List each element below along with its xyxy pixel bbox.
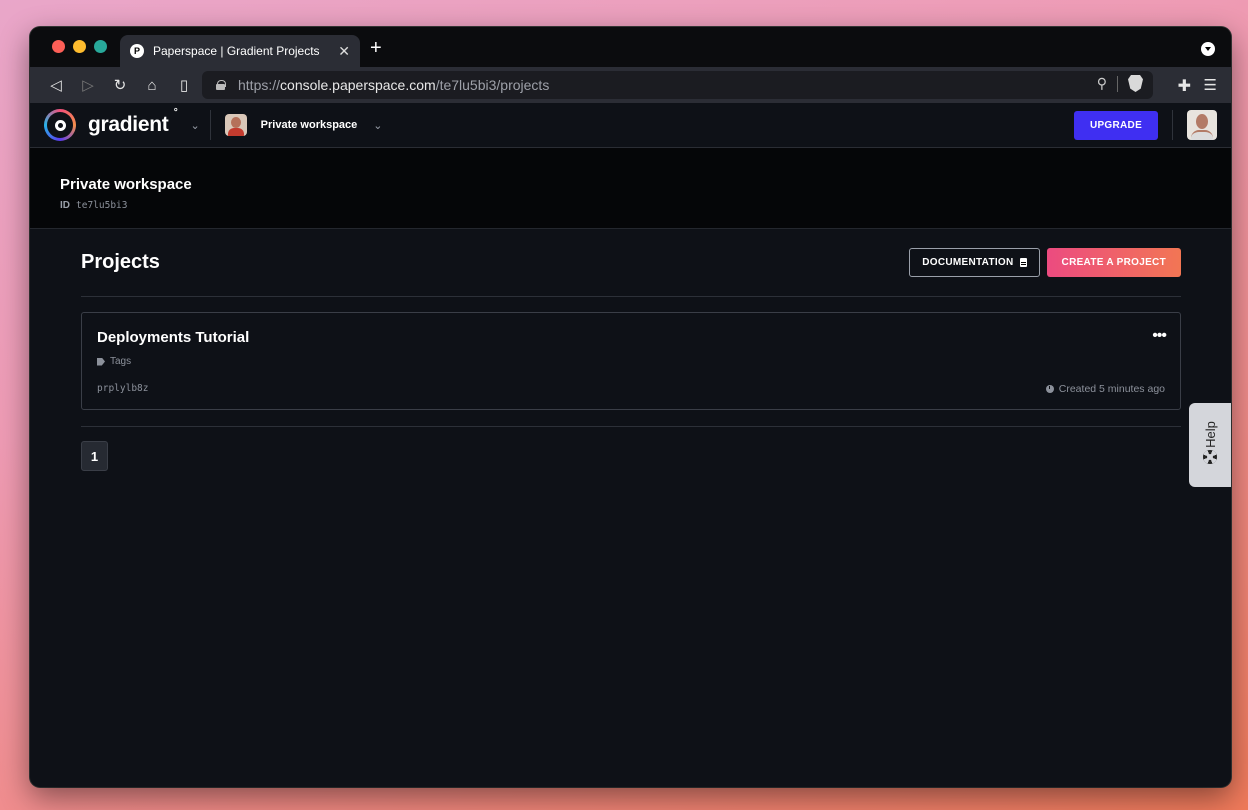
tags-label: Tags [110, 356, 132, 367]
page-title: Projects [81, 251, 160, 273]
tab-search-icon[interactable] [1201, 42, 1215, 56]
workspace-id-label: ID [60, 200, 70, 211]
divider [209, 110, 211, 140]
paperspace-favicon-icon: P [130, 44, 144, 58]
documentation-label: DOCUMENTATION [922, 257, 1014, 268]
divider [1172, 110, 1173, 140]
close-tab-icon[interactable]: ✕ [338, 43, 350, 60]
url-text: https://console.paperspace.com/te7lu5bi3… [238, 77, 549, 93]
tab-title: Paperspace | Gradient Projects [153, 44, 320, 58]
lock-icon [216, 80, 226, 90]
url-path: /te7lu5bi3/projects [435, 77, 550, 93]
workspace-avatar[interactable] [224, 114, 247, 136]
main-content: Projects DOCUMENTATION CREATE A PROJECT … [30, 229, 1231, 471]
pagination-page-button[interactable]: 1 [81, 441, 108, 471]
more-options-icon[interactable]: ••• [1152, 327, 1167, 345]
workspace-banner: Private workspace ID te7lu5bi3 [30, 148, 1231, 229]
address-bar-actions: ⚲ [1097, 75, 1143, 92]
new-tab-icon[interactable]: + [370, 38, 382, 58]
help-tab[interactable]: Help [1189, 403, 1231, 487]
clock-icon [1045, 385, 1054, 393]
window-controls [52, 40, 107, 53]
workspace-title: Private workspace [60, 176, 192, 193]
gradient-logo-icon[interactable] [44, 109, 76, 141]
workspace-id: ID te7lu5bi3 [60, 200, 1231, 211]
gradient-logo-text[interactable]: gradient ° [88, 107, 178, 137]
close-window-button[interactable] [52, 40, 65, 53]
lifebuoy-icon [1203, 449, 1217, 464]
tab-bar: P Paperspace | Gradient Projects ✕ + [30, 27, 1231, 67]
divider [81, 426, 1181, 427]
bookmark-icon[interactable]: ▯ [168, 71, 200, 99]
project-name[interactable]: Deployments Tutorial [97, 329, 1165, 346]
project-card[interactable]: Deployments Tutorial ••• Tags prplylb8z … [81, 312, 1181, 410]
menu-icon[interactable]: ☰ [1204, 76, 1217, 94]
document-icon [1019, 258, 1027, 267]
help-label: Help [1202, 420, 1218, 448]
home-icon[interactable]: ⌂ [136, 71, 168, 99]
logo-wordmark: gradient [88, 113, 169, 136]
user-avatar[interactable] [1187, 110, 1217, 140]
documentation-button[interactable]: DOCUMENTATION [909, 248, 1040, 277]
url-host: console.paperspace.com [280, 77, 436, 93]
brave-shield-icon[interactable] [1128, 75, 1143, 92]
create-project-button[interactable]: CREATE A PROJECT [1046, 248, 1181, 277]
maximize-window-button[interactable] [94, 40, 107, 53]
divider [1117, 75, 1118, 92]
product-switcher-chevron-down-icon[interactable]: ⌄ [190, 119, 199, 132]
navigation-bar: ◁ ▷ ↻ ⌂ ▯ https://console.paperspace.com… [30, 67, 1231, 103]
workspace-switcher-label[interactable]: Private workspace [261, 119, 358, 131]
upgrade-button[interactable]: UPGRADE [1074, 111, 1158, 140]
back-icon[interactable]: ◁ [40, 71, 72, 99]
project-id: prplylb8z [97, 383, 149, 394]
browser-window: P Paperspace | Gradient Projects ✕ + ◁ ▷… [30, 27, 1231, 787]
reload-icon[interactable]: ↻ [104, 71, 136, 99]
workspace-id-value: te7lu5bi3 [76, 200, 128, 211]
created-text: Created 5 minutes ago [1058, 383, 1165, 395]
extensions-icon[interactable]: ✚ [1178, 76, 1191, 96]
browser-tab[interactable]: P Paperspace | Gradient Projects ✕ [120, 35, 360, 67]
project-created: Created 5 minutes ago [1045, 383, 1165, 395]
zoom-icon[interactable]: ⚲ [1097, 75, 1107, 92]
project-tags[interactable]: Tags [97, 356, 1165, 367]
tag-icon [97, 357, 105, 366]
address-bar[interactable]: https://console.paperspace.com/te7lu5bi3… [202, 71, 1153, 99]
projects-header: Projects DOCUMENTATION CREATE A PROJECT [81, 229, 1181, 297]
app-header: gradient ° ⌄ Private workspace ⌄ UPGRADE [30, 103, 1231, 148]
workspace-chevron-down-icon[interactable]: ⌄ [373, 119, 382, 132]
minimize-window-button[interactable] [73, 40, 86, 53]
forward-icon[interactable]: ▷ [72, 71, 104, 99]
url-scheme: https:// [238, 77, 281, 93]
